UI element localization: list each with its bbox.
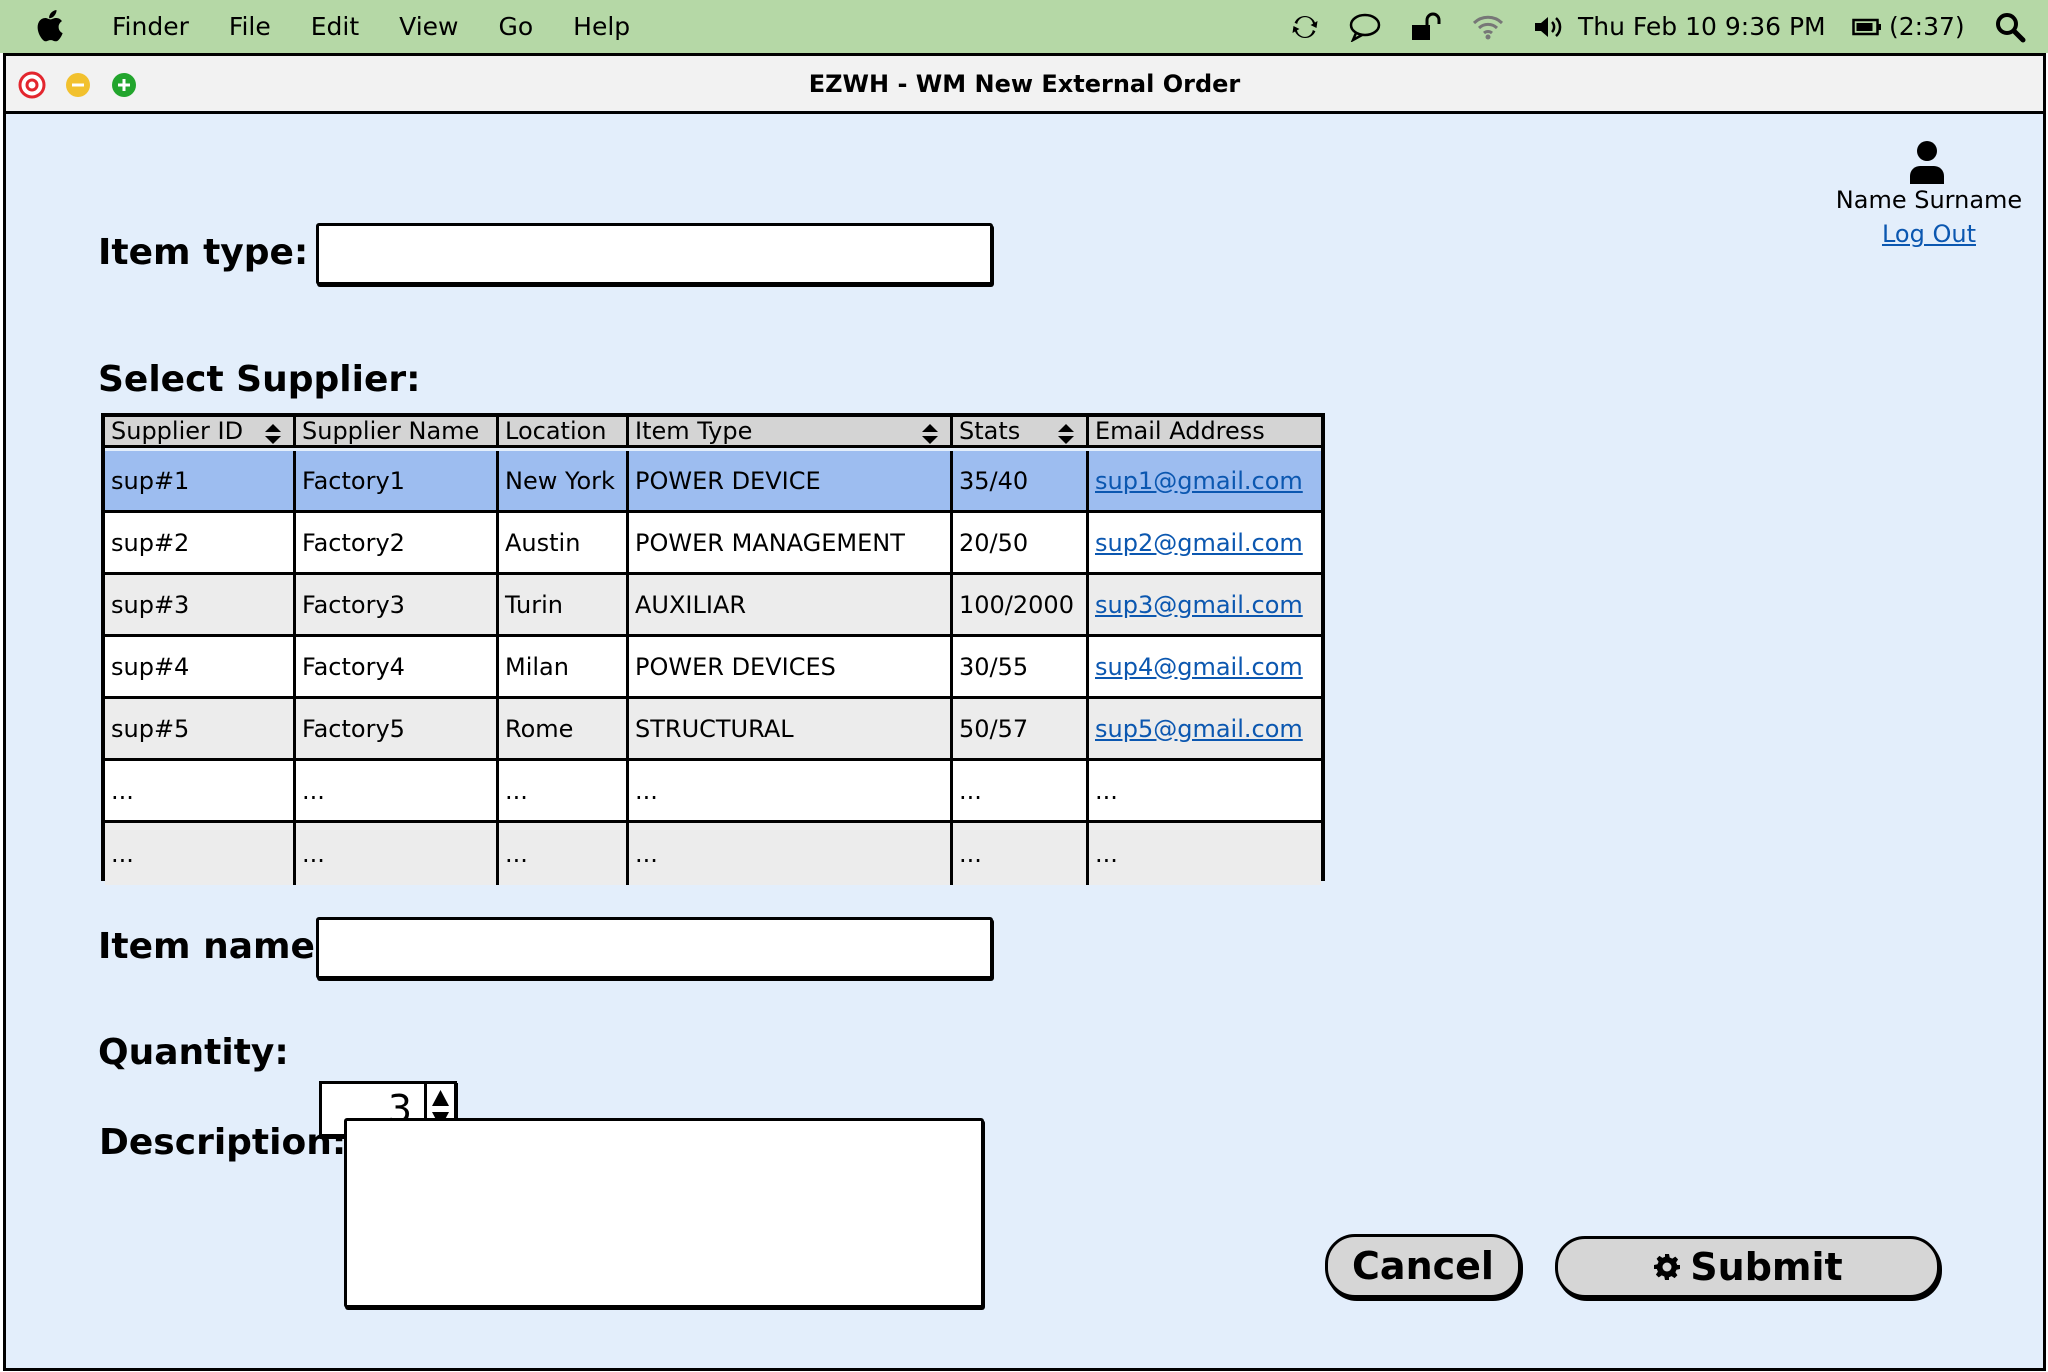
table-header: Supplier ID Supplier Name Location Item …: [105, 417, 1321, 448]
cell-item-type: POWER MANAGEMENT: [629, 513, 953, 572]
column-header-location[interactable]: Location: [499, 417, 629, 445]
lock-icon[interactable]: [1410, 0, 1442, 53]
cell-supplier-name: Factory5: [296, 699, 499, 758]
cell-supplier-id: ...: [105, 761, 296, 820]
cell-supplier-id: ...: [105, 823, 296, 885]
sort-icon[interactable]: [920, 422, 940, 445]
table-row[interactable]: sup#1 Factory1 New York POWER DEVICE 35/…: [105, 451, 1321, 513]
cell-stats: ...: [953, 761, 1089, 820]
cell-supplier-name: ...: [296, 761, 499, 820]
cell-stats: 100/2000: [953, 575, 1089, 634]
cell-email: sup2@gmail.com: [1089, 513, 1321, 572]
cell-item-type: ...: [629, 823, 953, 885]
quantity-label: Quantity:: [98, 1032, 289, 1073]
cell-supplier-name: Factory2: [296, 513, 499, 572]
cell-supplier-id: sup#4: [105, 637, 296, 696]
cell-location: New York: [499, 451, 629, 510]
cancel-button[interactable]: Cancel: [1325, 1234, 1521, 1298]
window-title: EZWH - WM New External Order: [808, 69, 1241, 98]
spotlight-search-icon[interactable]: [1994, 0, 2026, 53]
item-type-label: Item type:: [98, 232, 309, 273]
select-supplier-label: Select Supplier:: [98, 359, 421, 400]
cell-email: ...: [1095, 776, 1118, 805]
cell-location: ...: [499, 823, 629, 885]
table-row[interactable]: sup#5 Factory5 Rome STRUCTURAL 50/57 sup…: [105, 699, 1321, 761]
cell-supplier-name: ...: [296, 823, 499, 885]
cell-item-type: POWER DEVICES: [629, 637, 953, 696]
table-row[interactable]: sup#4 Factory4 Milan POWER DEVICES 30/55…: [105, 637, 1321, 699]
cell-email: sup5@gmail.com: [1089, 699, 1321, 758]
battery-time: (2:37): [1889, 12, 1965, 41]
cell-email: ...: [1095, 840, 1118, 868]
item-type-input[interactable]: [316, 223, 993, 285]
cell-supplier-name: Factory3: [296, 575, 499, 634]
column-header-stats[interactable]: Stats: [953, 417, 1089, 445]
email-link[interactable]: sup3@gmail.com: [1095, 591, 1303, 619]
cell-stats: 20/50: [953, 513, 1089, 572]
message-icon[interactable]: [1348, 0, 1382, 53]
cell-location: Austin: [499, 513, 629, 572]
cell-supplier-id: sup#2: [105, 513, 296, 572]
user-name: Name Surname: [1835, 186, 2023, 214]
email-link[interactable]: sup1@gmail.com: [1095, 467, 1303, 495]
cell-item-type: ...: [629, 761, 953, 820]
cell-stats: ...: [953, 823, 1089, 885]
cell-supplier-name: Factory4: [296, 637, 499, 696]
cell-location: Rome: [499, 699, 629, 758]
window-titlebar: EZWH - WM New External Order: [6, 56, 2043, 114]
sync-icon[interactable]: [1290, 0, 1320, 53]
cell-item-type: STRUCTURAL: [629, 699, 953, 758]
cell-item-type: AUXILIAR: [629, 575, 953, 634]
cell-location: Milan: [499, 637, 629, 696]
cell-location: ...: [499, 761, 629, 820]
cell-supplier-name: Factory1: [296, 451, 499, 510]
cell-stats: 50/57: [953, 699, 1089, 758]
column-header-supplier-name[interactable]: Supplier Name: [296, 417, 499, 445]
logout-link[interactable]: Log Out: [1824, 220, 2034, 248]
cell-supplier-id: sup#3: [105, 575, 296, 634]
cell-email: sup4@gmail.com: [1089, 637, 1321, 696]
description-textarea[interactable]: [344, 1118, 984, 1308]
column-header-email[interactable]: Email Address: [1089, 417, 1321, 445]
volume-icon[interactable]: [1533, 0, 1565, 53]
cell-location: Turin: [499, 575, 629, 634]
column-header-item-type[interactable]: Item Type: [629, 417, 953, 445]
email-link[interactable]: sup2@gmail.com: [1095, 529, 1303, 557]
cell-stats: 35/40: [953, 451, 1089, 510]
gear-icon: [1654, 1254, 1681, 1280]
email-link[interactable]: sup4@gmail.com: [1095, 653, 1303, 681]
cell-email: sup1@gmail.com: [1089, 451, 1321, 510]
cell-email: sup3@gmail.com: [1089, 575, 1321, 634]
sort-icon[interactable]: [263, 422, 283, 445]
table-row[interactable]: sup#3 Factory3 Turin AUXILIAR 100/2000 s…: [105, 575, 1321, 637]
cell-item-type: POWER DEVICE: [629, 451, 953, 510]
table-row[interactable]: sup#2 Factory2 Austin POWER MANAGEMENT 2…: [105, 513, 1321, 575]
column-header-supplier-id[interactable]: Supplier ID: [105, 417, 296, 445]
item-name-label: Item name:: [98, 926, 330, 967]
table-row[interactable]: ... ... ... ... ... ...: [105, 823, 1321, 885]
cell-supplier-id: sup#1: [105, 451, 296, 510]
wifi-icon[interactable]: [1472, 0, 1504, 53]
submit-button[interactable]: Submit: [1555, 1236, 1940, 1298]
sort-icon[interactable]: [1056, 422, 1076, 445]
cell-supplier-id: sup#5: [105, 699, 296, 758]
battery-icon[interactable]: [1852, 0, 1882, 53]
clock[interactable]: Thu Feb 10 9:36 PM: [1578, 0, 1826, 53]
menu-bar: Finder File Edit View Go Help Thu Feb 10…: [0, 0, 2048, 53]
email-link[interactable]: sup5@gmail.com: [1095, 715, 1303, 743]
status-area: Thu Feb 10 9:36 PM (2:37): [0, 0, 2048, 53]
description-label: Description:: [99, 1122, 347, 1163]
item-name-input[interactable]: [316, 917, 993, 979]
supplier-table: Supplier ID Supplier Name Location Item …: [101, 413, 1325, 885]
cell-stats: 30/55: [953, 637, 1089, 696]
app-window: EZWH - WM New External Order Name Surnam…: [3, 53, 2046, 1371]
user-avatar-icon: [1910, 141, 1944, 184]
table-row[interactable]: ... ... ... ... ... ...: [105, 761, 1321, 823]
